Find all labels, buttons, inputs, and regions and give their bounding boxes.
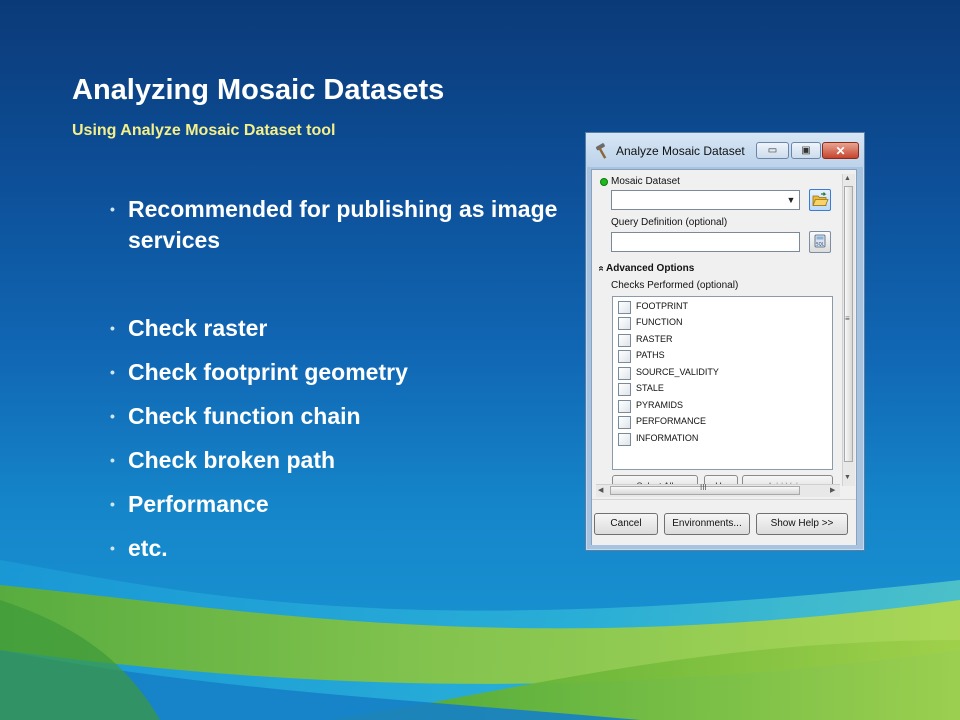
vertical-scrollbar[interactable]: ▲ ≡ ▼ bbox=[842, 174, 855, 486]
bullet-text: Check raster bbox=[128, 315, 268, 341]
checkbox[interactable] bbox=[618, 383, 631, 396]
advanced-options-toggle[interactable]: » Advanced Options bbox=[595, 263, 695, 274]
query-definition-input[interactable] bbox=[611, 232, 800, 252]
bullet-dot-icon: • bbox=[110, 320, 115, 336]
bullet-item: • Check footprint geometry bbox=[110, 357, 568, 388]
checkbox[interactable] bbox=[618, 416, 631, 429]
bullet-text: Check broken path bbox=[128, 447, 336, 473]
cancel-button[interactable]: Cancel bbox=[594, 513, 658, 535]
bullet-text: etc. bbox=[128, 535, 168, 561]
checkbox-label: PYRAMIDS bbox=[636, 400, 684, 410]
bullet-text: Recommended for publishing as image serv… bbox=[128, 196, 558, 253]
checkbox[interactable] bbox=[618, 400, 631, 413]
folder-open-icon bbox=[812, 192, 829, 206]
scroll-right-icon[interactable]: ▶ bbox=[830, 486, 835, 494]
minimize-button[interactable]: ▭ bbox=[756, 142, 789, 159]
hscroll-grip-icon: III bbox=[700, 483, 707, 492]
chevron-down-icon[interactable]: ▼ bbox=[783, 191, 799, 209]
open-dataset-button[interactable] bbox=[809, 189, 831, 211]
dialog-titlebar[interactable]: Analyze Mosaic Dataset ▭ ▣ ✕ bbox=[586, 133, 864, 167]
mosaic-dataset-combobox[interactable]: ▼ bbox=[611, 190, 800, 210]
slide-title: Analyzing Mosaic Datasets bbox=[72, 74, 445, 106]
checkbox-label: FOOTPRINT bbox=[636, 301, 688, 311]
mosaic-dataset-label: Mosaic Dataset bbox=[611, 176, 680, 187]
checkbox-label: SOURCE_VALIDITY bbox=[636, 367, 719, 377]
bullet-item: • Check function chain bbox=[110, 401, 568, 432]
scroll-grip-icon: ≡ bbox=[845, 314, 850, 323]
close-button[interactable]: ✕ bbox=[822, 142, 859, 159]
dialog-client-area: Mosaic Dataset ▼ Query Definition (optio… bbox=[591, 169, 857, 545]
scroll-thumb[interactable] bbox=[844, 186, 853, 462]
collapse-icon: » bbox=[595, 265, 607, 272]
checkbox-label: PATHS bbox=[636, 350, 665, 360]
bullet-item: • Check broken path bbox=[110, 445, 568, 476]
bullet-text: Performance bbox=[128, 491, 269, 517]
bullet-dot-icon: • bbox=[110, 452, 115, 468]
checkbox[interactable] bbox=[618, 433, 631, 446]
analyze-mosaic-dataset-dialog: Analyze Mosaic Dataset ▭ ▣ ✕ Mosaic Data… bbox=[585, 132, 865, 551]
bullet-dot-icon: • bbox=[110, 496, 115, 512]
bullet-dot-icon: • bbox=[110, 364, 115, 380]
bullet-text: Check footprint geometry bbox=[128, 359, 408, 385]
environments-button[interactable]: Environments... bbox=[664, 513, 750, 535]
slide-subtitle: Using Analyze Mosaic Dataset tool bbox=[72, 122, 336, 139]
green-dot-icon bbox=[600, 178, 608, 186]
bullet-dot-icon: • bbox=[110, 201, 115, 217]
checkbox-label: STALE bbox=[636, 383, 664, 393]
sql-calculator-icon: SQL bbox=[814, 234, 826, 248]
bullet-item: • Performance bbox=[110, 489, 568, 520]
checkbox[interactable] bbox=[618, 334, 631, 347]
checks-performed-label: Checks Performed (optional) bbox=[611, 280, 739, 291]
bullet-item: • Check raster bbox=[110, 313, 568, 344]
checkbox-label: RASTER bbox=[636, 334, 673, 344]
checkbox-label: FUNCTION bbox=[636, 317, 683, 327]
dialog-footer: Cancel Environments... Show Help >> bbox=[592, 499, 856, 545]
checkbox[interactable] bbox=[618, 301, 631, 314]
query-definition-label: Query Definition (optional) bbox=[611, 217, 728, 228]
maximize-button[interactable]: ▣ bbox=[791, 142, 821, 159]
advanced-options-label: Advanced Options bbox=[605, 263, 695, 274]
dialog-title: Analyze Mosaic Dataset bbox=[616, 144, 745, 158]
bullet-item: • etc. bbox=[110, 533, 568, 564]
checkbox[interactable] bbox=[618, 317, 631, 330]
bullet-dot-icon: • bbox=[110, 540, 115, 556]
scroll-left-icon[interactable]: ◀ bbox=[598, 486, 603, 494]
horizontal-scrollbar[interactable]: ◀ III ▶ bbox=[596, 483, 840, 497]
show-help-button[interactable]: Show Help >> bbox=[756, 513, 848, 535]
scroll-down-icon[interactable]: ▼ bbox=[844, 474, 851, 481]
checks-performed-list: FOOTPRINT FUNCTION RASTER PATHS SOURCE_V… bbox=[612, 296, 833, 470]
bullet-text: Check function chain bbox=[128, 403, 361, 429]
bullet-item: • Recommended for publishing as image se… bbox=[110, 194, 568, 256]
checkbox-label: INFORMATION bbox=[636, 433, 699, 443]
hammer-icon bbox=[595, 143, 607, 159]
checkbox-label: PERFORMANCE bbox=[636, 416, 707, 426]
checkbox[interactable] bbox=[618, 367, 631, 380]
checkbox[interactable] bbox=[618, 350, 631, 363]
sql-builder-button[interactable]: SQL bbox=[809, 231, 831, 253]
scroll-up-icon[interactable]: ▲ bbox=[844, 175, 851, 182]
bullet-dot-icon: • bbox=[110, 408, 115, 424]
svg-text:SQL: SQL bbox=[816, 242, 825, 247]
